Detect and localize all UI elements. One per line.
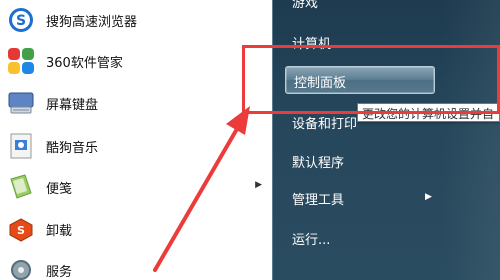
annotation-arrow [153,106,250,272]
